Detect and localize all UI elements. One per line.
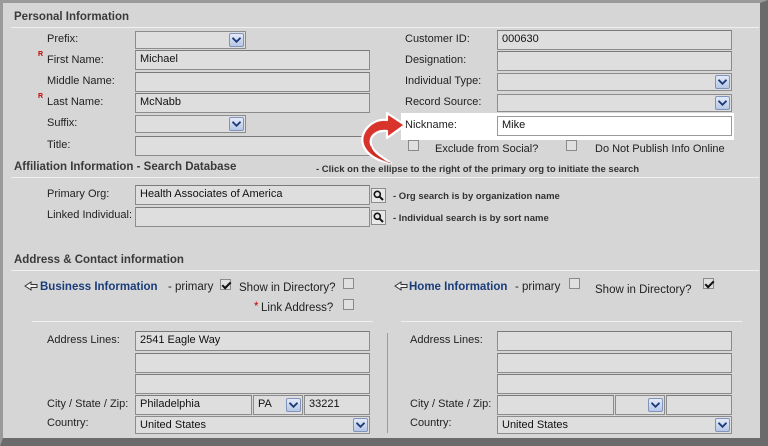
first-name-field[interactable]: Michael [135,50,370,70]
prefix-select[interactable] [135,31,246,49]
linked-individual-label: Linked Individual: [47,209,133,221]
designation-label: Designation: [405,54,467,66]
chevron-down-icon [648,398,663,412]
business-address-line3[interactable] [135,374,370,394]
business-show-directory-label: Show in Directory? [239,282,336,294]
home-country-select[interactable]: United States [497,416,732,434]
business-primary-checkbox[interactable] [220,279,231,290]
home-show-directory-label: Show in Directory? [595,284,692,296]
collapse-arrow-icon[interactable] [24,281,38,291]
home-city-state-zip-label: City / State / Zip: [410,398,492,410]
customer-id-label: Customer ID: [405,33,470,45]
last-name-label: Last Name: [47,96,104,108]
exclude-social-checkbox[interactable] [408,140,419,151]
business-address-divider [32,321,373,322]
magnifier-icon [373,190,384,201]
chevron-down-icon [715,96,730,110]
primary-org-field[interactable]: Health Associates of America [135,185,370,205]
prefix-label: Prefix: [47,33,79,45]
business-country-label: Country: [47,417,89,429]
address-divider [11,270,759,271]
title-field[interactable] [135,136,370,156]
home-address-line2[interactable] [497,353,732,373]
chevron-down-icon [715,418,730,432]
primary-org-lookup-button[interactable] [371,188,386,203]
chevron-down-icon [715,75,730,89]
chevron-down-icon [229,33,244,47]
personal-section-title: Personal Information [14,11,130,23]
home-info-title[interactable]: Home Information [409,281,507,293]
home-address-line1[interactable] [497,331,732,351]
first-name-label: First Name: [47,54,104,66]
do-not-publish-checkbox[interactable] [566,140,577,151]
required-marker: R [38,51,44,58]
home-address-divider [401,321,742,322]
business-state-select[interactable]: PA [253,395,303,415]
individual-type-select[interactable] [497,73,732,91]
linked-individual-field[interactable] [135,207,370,227]
home-country-value: United States [502,419,569,431]
do-not-publish-label: Do Not Publish Info Online [595,143,725,155]
suffix-label: Suffix: [47,117,78,129]
link-address-label: Link Address? [261,302,334,314]
business-city-state-zip-label: City / State / Zip: [47,398,129,410]
business-country-select[interactable]: United States [135,416,370,434]
home-primary-checkbox[interactable] [569,278,580,289]
title-label: Title: [47,139,71,151]
middle-name-label: Middle Name: [47,75,115,87]
curved-arrow-icon [361,111,407,165]
chevron-down-icon [286,398,301,412]
record-source-label: Record Source: [405,96,482,108]
business-city-field[interactable]: Philadelphia [135,395,252,415]
affiliation-divider [11,177,759,178]
affiliation-section-title: Affiliation Information - Search Databas… [14,161,237,173]
home-city-field[interactable] [497,395,614,415]
business-address-line2[interactable] [135,353,370,373]
customer-id-field: 000630 [497,30,732,50]
chevron-down-icon [353,418,368,432]
collapse-arrow-icon[interactable] [394,281,408,291]
home-show-directory-checkbox[interactable] [703,278,714,289]
primary-org-note: - Org search is by organization name [393,191,560,202]
form-window: Personal Information Prefix: R First Nam… [0,0,768,446]
business-info-title[interactable]: Business Information [40,281,158,293]
business-address-line1[interactable]: 2541 Eagle Way [135,331,370,351]
chevron-down-icon [229,117,244,131]
nickname-label: Nickname: [405,119,457,131]
magnifier-icon [373,212,384,223]
link-address-checkbox[interactable] [343,299,354,310]
home-state-select[interactable] [615,395,665,415]
address-column-separator [387,333,388,433]
business-country-value: United States [140,419,207,431]
individual-type-label: Individual Type: [405,75,482,87]
address-section-title: Address & Contact information [14,254,184,266]
business-show-directory-checkbox[interactable] [343,278,354,289]
designation-field[interactable] [497,51,732,71]
middle-name-field[interactable] [135,72,370,92]
business-primary-label: - primary [168,281,214,293]
home-country-label: Country: [410,417,452,429]
required-marker: R [38,93,44,100]
linked-individual-note: - Individual search is by sort name [393,213,549,224]
home-address-lines-label: Address Lines: [410,334,483,346]
business-zip-field[interactable]: 33221 [304,395,370,415]
nickname-field[interactable]: Mike [497,116,732,136]
record-source-select[interactable] [497,94,732,112]
last-name-field[interactable]: McNabb [135,93,370,113]
home-primary-label: - primary [515,281,561,293]
business-state-value: PA [258,398,272,410]
affiliation-hint: - Click on the ellipse to the right of t… [316,164,640,175]
home-zip-field[interactable] [666,395,732,415]
suffix-select[interactable] [135,115,246,133]
personal-divider [11,27,759,28]
primary-org-label: Primary Org: [47,188,110,200]
exclude-social-label: Exclude from Social? [435,143,539,155]
business-address-lines-label: Address Lines: [47,334,120,346]
linked-individual-lookup-button[interactable] [371,210,386,225]
home-address-line3[interactable] [497,374,732,394]
link-address-required-marker: * [254,301,259,313]
